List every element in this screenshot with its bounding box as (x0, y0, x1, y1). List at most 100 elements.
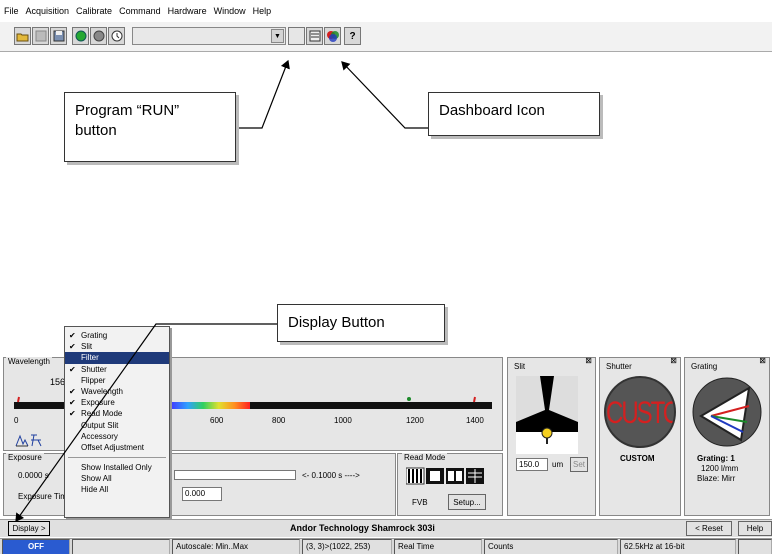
readmode-mode: FVB (412, 498, 428, 507)
spectrum-view-icon[interactable] (14, 432, 44, 448)
wavelength-tick-label: 600 (210, 416, 224, 425)
stop-icon[interactable] (90, 27, 107, 45)
check-icon: ✔ (69, 342, 76, 352)
grating-line2: 1200 l/mm (701, 464, 739, 473)
help-icon[interactable]: ? (344, 27, 361, 45)
menu-command[interactable]: Command (119, 6, 161, 16)
dropdown-item-flipper[interactable]: Flipper (65, 375, 169, 386)
blank-icon[interactable] (288, 27, 305, 45)
dropdown-item-shutter[interactable]: ✔ Shutter (65, 364, 169, 375)
menu-help[interactable]: Help (253, 6, 272, 16)
dropdown-item-label: Wavelength (81, 386, 123, 396)
shutter-logo: CUSTOM (604, 376, 676, 448)
wavelength-tick-label: 800 (272, 416, 286, 425)
wavelength-title: Wavelength (6, 357, 52, 366)
folder-icon (16, 33, 29, 41)
readmode-setup-button[interactable]: Setup... (448, 494, 486, 510)
save-icon[interactable] (50, 27, 67, 45)
check-icon: ✔ (69, 386, 76, 396)
reset-button[interactable]: < Reset (686, 521, 732, 536)
status-rate: 62.5kHz at 16-bit (620, 539, 736, 554)
dashboard-callout: Dashboard Icon (428, 92, 600, 136)
slit-close-icon[interactable]: ⊠ (585, 356, 592, 365)
dropdown-item-label: Exposure (81, 398, 115, 408)
status-coords: (3, 3)>(1022, 253) (302, 539, 392, 554)
exposure-limit: <- 0.1000 s ----> (302, 471, 360, 480)
slit-graphic (516, 376, 578, 454)
readmode-title: Read Mode (402, 453, 448, 462)
dropdown-item-offset-adjustment[interactable]: Offset Adjustment (65, 442, 169, 453)
check-icon: ✔ (69, 331, 76, 340)
readmode-icons[interactable] (406, 467, 486, 485)
status-autoscale: Autoscale: Min..Max (172, 539, 300, 554)
display-dropdown-menu: ✔ Grating ✔ Slit Filter ✔ Shutter Flipper ✔ Wavel… (64, 326, 170, 518)
menu-calibrate[interactable]: Calibrate (76, 6, 112, 16)
dropdown-item-read-mode[interactable]: ✔ Read Mode (65, 408, 169, 419)
color-icon[interactable] (324, 27, 341, 45)
dashboard-icon[interactable] (306, 27, 323, 45)
status-bar: OFF Autoscale: Min..Max (3, 3)>(1022, 25… (0, 538, 772, 554)
acquisition-status-badge: OFF (2, 539, 70, 554)
dropdown-item-label: Shutter (81, 364, 107, 374)
dropdown-item-wavelength[interactable]: ✔ Wavelength (65, 386, 169, 397)
dropdown-item-label: Output Slit (81, 420, 119, 430)
display-button[interactable]: Display > (8, 521, 50, 536)
dropdown-item-exposure[interactable]: ✔ Exposure (65, 397, 169, 408)
dropdown-item-filter[interactable]: Filter (65, 352, 169, 364)
workspace: Program “RUN” button Dashboard Icon Disp… (0, 52, 772, 355)
wavelength-tick-label: 1200 (406, 416, 424, 425)
menu-window[interactable]: Window (214, 6, 246, 16)
wavelength-tick-label: 1000 (334, 416, 352, 425)
exposure-panel: Exposure 0.0000 s <- 0.1000 s ----> Expo… (3, 453, 396, 516)
menu-acquisition[interactable]: Acquisition (26, 6, 70, 16)
exposure-slider[interactable] (174, 470, 296, 480)
slit-panel: Slit ⊠ 150.0 um Set (507, 356, 596, 516)
menu-file[interactable]: File (4, 6, 19, 16)
dropdown-item-slit[interactable]: ✔ Slit (65, 341, 169, 352)
slit-set-button[interactable]: Set (570, 457, 588, 472)
menu-separator (68, 453, 166, 459)
timer-icon[interactable] (108, 27, 125, 45)
grating-title: Grating (689, 362, 720, 371)
dashboard-callout-text: Dashboard Icon (439, 102, 545, 119)
readmode-panel: Read Mode FVB Setup... (397, 453, 503, 516)
slit-width-input[interactable]: 150.0 (516, 458, 548, 471)
exposure-value: 0.0000 s (18, 471, 49, 480)
slit-title: Slit (512, 362, 528, 371)
display-callout: Display Button (277, 304, 445, 342)
dropdown-item-label: Accessory (81, 431, 118, 441)
dropdown-item-output-slit[interactable]: Output Slit (65, 420, 169, 431)
dropdown-item-grating[interactable]: ✔ Grating (65, 330, 169, 341)
status-mode: Real Time (394, 539, 482, 554)
exposure-time-input[interactable]: 0.000 (182, 487, 222, 501)
dropdown-item-show-installed-only[interactable]: Show Installed Only (65, 462, 169, 473)
dropdown-item-label: Read Mode (81, 409, 123, 419)
shutter-panel: Shutter ⊠ CUSTOM CUSTOM (599, 356, 681, 516)
grating-close-icon[interactable]: ⊠ (759, 356, 766, 365)
help-button[interactable]: Help (738, 521, 772, 536)
grating-line3: Blaze: Mirr (697, 474, 736, 483)
dropdown-item-label: Filter (81, 353, 99, 363)
status-units: Counts (484, 539, 618, 554)
grating-line1: Grating: 1 (697, 454, 735, 463)
dropdown-item-hide-all[interactable]: Hide All (65, 484, 169, 495)
dropdown-item-accessory[interactable]: Accessory (65, 431, 169, 442)
shutter-title: Shutter (604, 362, 634, 371)
toolbar-combo[interactable]: ▼ (132, 27, 286, 45)
run-callout-text: Program “RUN” button (75, 102, 180, 140)
check-icon: ✔ (69, 364, 76, 374)
save-disabled-icon[interactable] (32, 27, 49, 45)
wavelength-tick-label: 1400 (466, 416, 484, 425)
menu-hardware[interactable]: Hardware (168, 6, 207, 16)
exposure-title: Exposure (6, 453, 44, 462)
run-icon[interactable] (72, 27, 89, 45)
dropdown-item-label: Slit (81, 342, 93, 352)
status-cell-empty (72, 539, 170, 554)
grating-graphic (692, 377, 762, 447)
chevron-down-icon[interactable]: ▼ (271, 29, 284, 43)
open-icon[interactable] (14, 27, 31, 45)
dropdown-item-label: Offset Adjustment (81, 442, 144, 452)
dropdown-item-show-all[interactable]: Show All (65, 473, 169, 484)
shutter-caption: CUSTOM (620, 454, 655, 463)
shutter-close-icon[interactable]: ⊠ (670, 356, 677, 365)
